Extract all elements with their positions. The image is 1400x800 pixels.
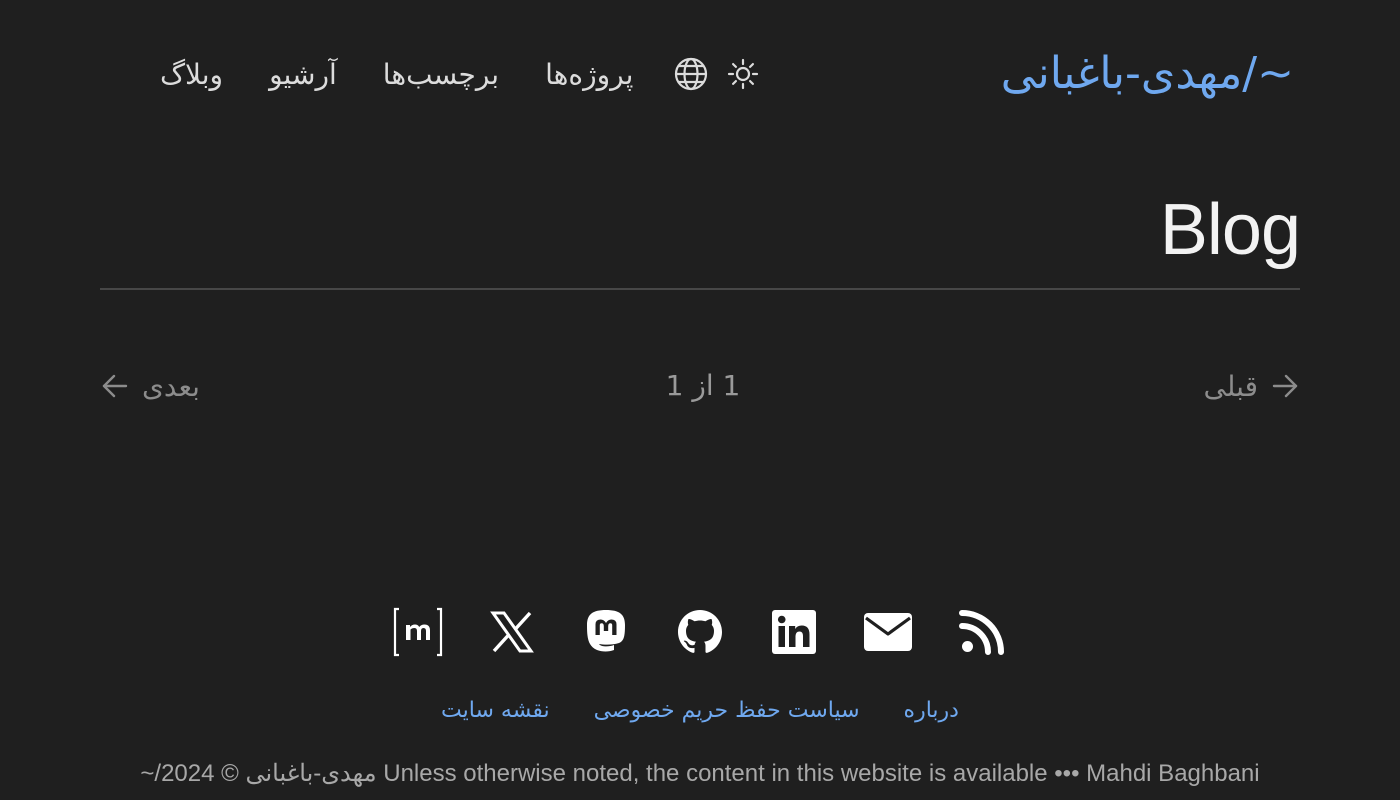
copyright-text: ~/مهدی-باغبانی © 2024 Unless otherwise n… <box>140 760 1260 787</box>
social-links <box>0 604 1400 660</box>
title-divider <box>100 288 1300 290</box>
footer-links: درباره سیاست حفظ حریم خصوصی نقشه سایت <box>0 692 1400 728</box>
pagination-status: 1 از 1 <box>665 369 741 402</box>
pagination-next-link[interactable]: بعدی <box>100 364 200 408</box>
email-icon[interactable] <box>861 605 915 659</box>
rss-icon[interactable] <box>955 605 1009 659</box>
page: ~/مهدی-باغبانی وبلاگ آرشیو برچسب‌ها پروژ… <box>0 0 1400 800</box>
mastodon-icon[interactable] <box>579 605 633 659</box>
theme-toggle-sun-icon[interactable] <box>725 56 761 92</box>
pagination: قبلی 1 از 1 بعدی <box>100 364 1300 408</box>
pagination-next-label: بعدی <box>142 369 200 403</box>
main-nav: وبلاگ آرشیو برچسب‌ها پروژه‌ها <box>114 54 777 94</box>
linkedin-icon[interactable] <box>767 605 821 659</box>
site-header: ~/مهدی-باغبانی وبلاگ آرشیو برچسب‌ها پروژ… <box>100 42 1300 106</box>
arrow-left-icon <box>100 371 130 401</box>
matrix-icon[interactable] <box>391 605 445 659</box>
nav-icon-group <box>673 56 777 92</box>
language-globe-icon[interactable] <box>673 56 709 92</box>
nav-item-blog[interactable]: وبلاگ <box>160 58 223 91</box>
page-title: Blog <box>1159 190 1301 270</box>
nav-item-archive[interactable]: آرشیو <box>269 58 337 91</box>
nav-item-tags[interactable]: برچسب‌ها <box>383 58 499 91</box>
nav-item-projects[interactable]: پروژه‌ها <box>545 58 633 91</box>
footer-link-about[interactable]: درباره <box>904 698 959 723</box>
x-icon[interactable] <box>485 605 539 659</box>
github-icon[interactable] <box>673 605 727 659</box>
site-title-link[interactable]: ~/مهدی-باغبانی <box>1001 42 1294 106</box>
footer-link-sitemap[interactable]: نقشه سایت <box>441 698 550 723</box>
footer-link-privacy[interactable]: سیاست حفظ حریم خصوصی <box>594 698 860 723</box>
